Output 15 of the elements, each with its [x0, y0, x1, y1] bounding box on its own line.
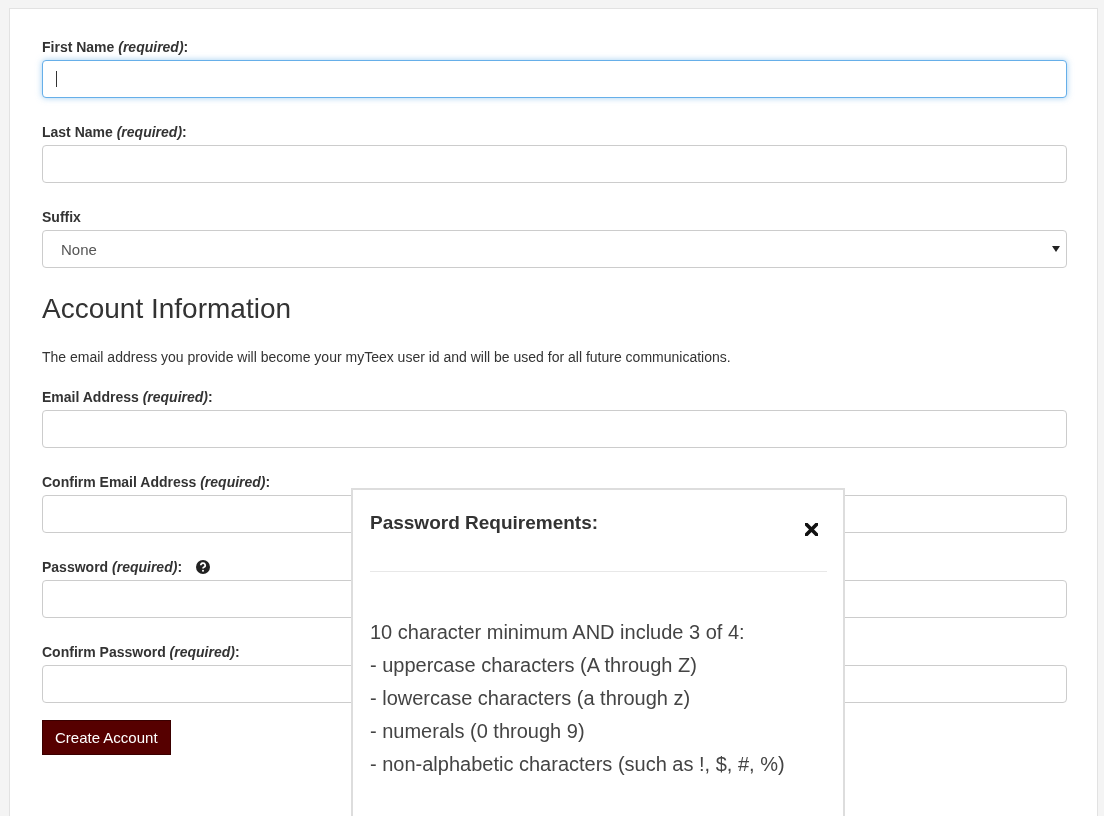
- field-label: Suffix: [42, 209, 81, 225]
- intro-text: The email address you provide will become your myTeex user id and will be used for all future communications.: [42, 349, 732, 365]
- section-heading: Account Information: [42, 292, 293, 326]
- popup-title: Password Requirements:: [370, 512, 599, 534]
- requirement-text: - lowercase characters (a through z): [370, 686, 692, 711]
- requirement-text: - numerals (0 through 9): [370, 719, 586, 744]
- requirement-text: - non-alphabetic characters (such as !, $, #, %): [370, 752, 786, 777]
- requirement-text: - uppercase characters (A through Z): [370, 653, 698, 678]
- field-label: Confirm Email Address (required):: [42, 474, 271, 490]
- field-label: Password (required):: [42, 559, 183, 575]
- requirement-text: 10 character minimum AND include 3 of 4:: [370, 620, 746, 645]
- field-label: Email Address (required):: [42, 389, 213, 405]
- field-label: First Name (required):: [42, 39, 189, 55]
- field-label: Confirm Password (required):: [42, 644, 240, 660]
- field-label: Last Name (required):: [42, 124, 187, 140]
